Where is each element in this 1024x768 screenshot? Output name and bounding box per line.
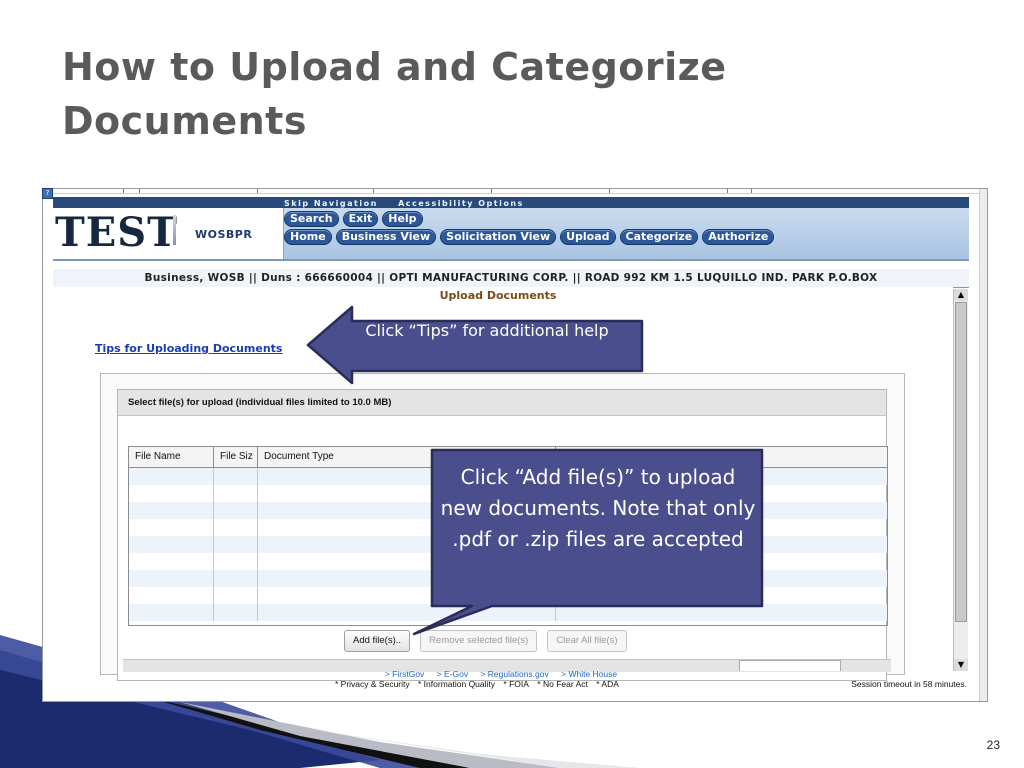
nav-upload[interactable]: Upload (560, 229, 616, 245)
column-file-name[interactable]: File Name (129, 447, 214, 467)
policy-privacy[interactable]: * Privacy & Security (335, 679, 410, 689)
table-cell (214, 553, 258, 570)
slide-title-line1: How to Upload and Categorize (62, 45, 727, 89)
skip-nav-links: Skip Navigation Accessibility Options (284, 199, 540, 208)
nav-home[interactable]: Home (284, 229, 332, 245)
search-button[interactable]: Search (284, 211, 339, 227)
table-cell (214, 570, 258, 587)
page-heading: Upload Documents (439, 289, 557, 302)
table-cell (129, 553, 214, 570)
table-cell (129, 536, 214, 553)
footer-link-regulations[interactable]: > Regulations.gov (480, 669, 548, 679)
table-cell (214, 536, 258, 553)
nav-categorize[interactable]: Categorize (619, 229, 699, 245)
column-file-size[interactable]: File Siz (214, 447, 258, 467)
slide-title: How to Upload and Categorize Documents (62, 40, 727, 148)
slide-title-line2: Documents (62, 99, 307, 143)
table-cell (214, 502, 258, 519)
table-cell (214, 519, 258, 536)
policy-foia[interactable]: * FOIA (503, 679, 529, 689)
footer-policies: * Privacy & Security * Information Quali… (335, 679, 625, 689)
policy-information-quality[interactable]: * Information Quality (418, 679, 495, 689)
table-cell (129, 587, 214, 604)
tips-link[interactable]: Tips for Uploading Documents (95, 342, 282, 355)
table-cell (129, 604, 214, 621)
content-scrollbar[interactable]: ▲ ▼ (953, 289, 968, 671)
add-files-button[interactable]: Add file(s).. (344, 630, 411, 652)
skip-navigation-link[interactable]: Skip Navigation (284, 199, 378, 208)
tips-callout-text: Click “Tips” for additional help (365, 321, 609, 340)
policy-no-fear-act[interactable]: * No Fear Act (537, 679, 588, 689)
system-name: WOSBPR (195, 228, 253, 241)
table-cell (129, 570, 214, 587)
logo-divider (173, 215, 176, 245)
table-cell (214, 604, 258, 621)
add-files-callout-text: Click “Add file(s)” to upload new docume… (440, 465, 756, 551)
scroll-thumb[interactable] (955, 302, 967, 622)
help-button[interactable]: Help (382, 211, 423, 227)
table-cell (214, 587, 258, 604)
footer-links: > FirstGov > E-Gov > Regulations.gov > W… (43, 669, 959, 679)
tips-callout-arrow (306, 305, 644, 385)
nav-solicitation-view[interactable]: Solicitation View (440, 229, 557, 245)
session-timeout: Session timeout in 58 minutes. (851, 679, 967, 689)
policy-ada[interactable]: * ADA (596, 679, 619, 689)
footer-link-egov[interactable]: > E-Gov (437, 669, 468, 679)
window-scrollbar[interactable] (979, 189, 987, 701)
table-cell (129, 468, 214, 485)
table-cell (129, 485, 214, 502)
app-logo: TEST (55, 209, 178, 256)
table-cell (129, 502, 214, 519)
table-cell (129, 519, 214, 536)
upload-panel-header: Select file(s) for upload (individual fi… (118, 390, 886, 416)
footer-link-firstgov[interactable]: > FirstGov (385, 669, 424, 679)
accessibility-options-link[interactable]: Accessibility Options (398, 199, 524, 208)
nav-row-main: Home Business View Solicitation View Upl… (284, 229, 775, 245)
nav-business-view[interactable]: Business View (335, 229, 437, 245)
table-cell (214, 485, 258, 502)
exit-button[interactable]: Exit (342, 211, 379, 227)
scroll-up-icon[interactable]: ▲ (954, 289, 968, 301)
top-ruler (43, 189, 987, 194)
footer-link-whitehouse[interactable]: > White House (561, 669, 617, 679)
slide-number: 23 (986, 738, 1000, 752)
help-icon[interactable]: ? (42, 188, 53, 199)
nav-row-utility: Search Exit Help (284, 211, 423, 227)
business-info-bar: Business, WOSB || Duns : 666660004 || OP… (53, 269, 969, 288)
table-cell (214, 468, 258, 485)
nav-authorize[interactable]: Authorize (702, 229, 775, 245)
